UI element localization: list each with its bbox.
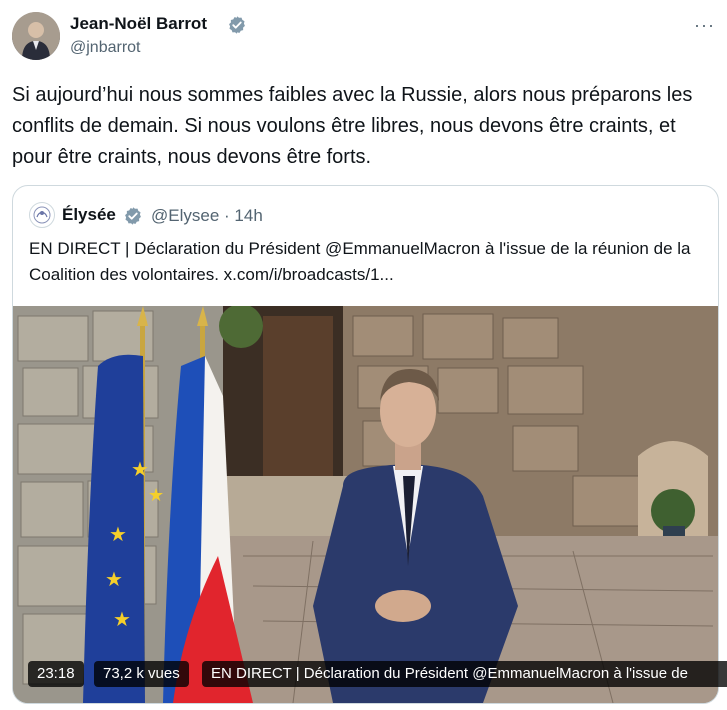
video-views: 73,2 k vues: [94, 661, 189, 687]
video-duration: 23:18: [28, 661, 84, 687]
svg-text:★: ★: [148, 485, 164, 506]
quoted-text: EN DIRECT | Déclaration du Président @Em…: [29, 239, 691, 284]
svg-text:★: ★: [131, 457, 149, 481]
author-handle[interactable]: @jnbarrot: [70, 39, 141, 57]
quoted-meta: @Elysee · 14h: [151, 206, 263, 226]
author-name[interactable]: Jean-Noël Barrot: [70, 14, 207, 34]
quoted-author-name[interactable]: Élysée: [62, 205, 116, 225]
more-icon[interactable]: ···: [694, 15, 715, 36]
quoted-author-handle[interactable]: @Elysee: [151, 206, 219, 225]
verified-badge-icon: [125, 207, 141, 225]
elysee-logo-icon: [29, 202, 55, 228]
svg-text:★: ★: [113, 607, 131, 631]
video-media[interactable]: ★ ★ ★ ★ ★: [13, 306, 718, 703]
author-avatar[interactable]: [12, 12, 60, 60]
svg-text:★: ★: [105, 567, 123, 591]
verified-badge-icon: [229, 16, 245, 34]
quoted-time: · 14h: [224, 206, 263, 225]
quoted-tweet[interactable]: Élysée @Elysee · 14h EN DIRECT | Déclara…: [12, 185, 719, 704]
tweet-text: Si aujourd’hui nous sommes faibles avec …: [12, 84, 693, 168]
svg-text:★: ★: [109, 522, 127, 546]
video-frame: ★ ★ ★ ★ ★: [13, 306, 718, 703]
video-title: EN DIRECT | Déclaration du Président @Em…: [202, 661, 727, 687]
